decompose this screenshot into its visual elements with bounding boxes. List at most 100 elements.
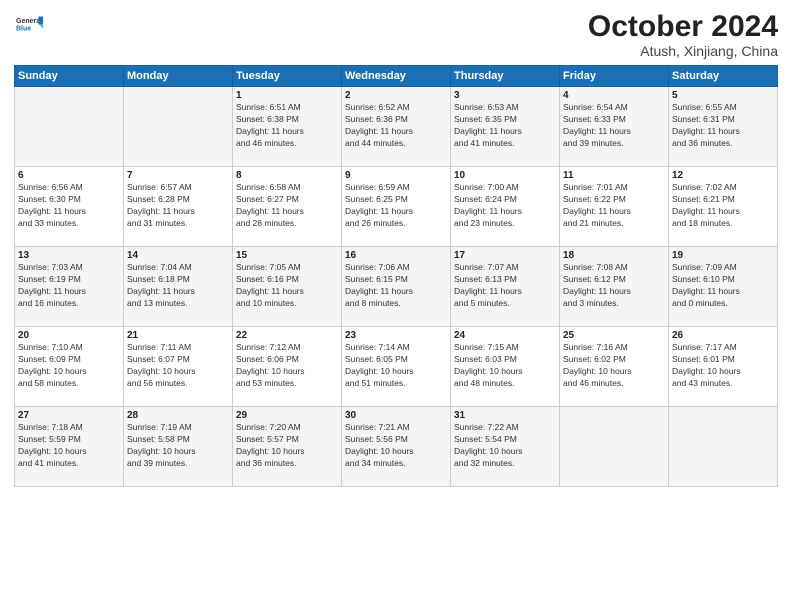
day-info: Sunrise: 7:08 AM Sunset: 6:12 PM Dayligh… (563, 262, 665, 310)
col-tuesday: Tuesday (233, 66, 342, 87)
day-number: 8 (236, 170, 338, 181)
table-cell: 5Sunrise: 6:55 AM Sunset: 6:31 PM Daylig… (669, 87, 778, 167)
day-number: 18 (563, 250, 665, 261)
calendar-table: Sunday Monday Tuesday Wednesday Thursday… (14, 65, 778, 487)
day-number: 25 (563, 330, 665, 341)
col-thursday: Thursday (451, 66, 560, 87)
day-info: Sunrise: 7:09 AM Sunset: 6:10 PM Dayligh… (672, 262, 774, 310)
table-cell: 7Sunrise: 6:57 AM Sunset: 6:28 PM Daylig… (124, 167, 233, 247)
day-info: Sunrise: 7:14 AM Sunset: 6:05 PM Dayligh… (345, 342, 447, 390)
day-number: 20 (18, 330, 120, 341)
day-number: 10 (454, 170, 556, 181)
table-cell: 14Sunrise: 7:04 AM Sunset: 6:18 PM Dayli… (124, 247, 233, 327)
day-info: Sunrise: 7:21 AM Sunset: 5:56 PM Dayligh… (345, 422, 447, 470)
svg-text:General: General (16, 18, 42, 25)
day-info: Sunrise: 7:07 AM Sunset: 6:13 PM Dayligh… (454, 262, 556, 310)
day-info: Sunrise: 7:11 AM Sunset: 6:07 PM Dayligh… (127, 342, 229, 390)
table-cell: 11Sunrise: 7:01 AM Sunset: 6:22 PM Dayli… (560, 167, 669, 247)
day-number: 11 (563, 170, 665, 181)
day-number: 17 (454, 250, 556, 261)
day-info: Sunrise: 7:12 AM Sunset: 6:06 PM Dayligh… (236, 342, 338, 390)
day-info: Sunrise: 7:10 AM Sunset: 6:09 PM Dayligh… (18, 342, 120, 390)
day-info: Sunrise: 6:55 AM Sunset: 6:31 PM Dayligh… (672, 102, 774, 150)
day-number: 13 (18, 250, 120, 261)
table-row: 1Sunrise: 6:51 AM Sunset: 6:38 PM Daylig… (15, 87, 778, 167)
day-number: 27 (18, 410, 120, 421)
day-info: Sunrise: 6:56 AM Sunset: 6:30 PM Dayligh… (18, 182, 120, 230)
table-cell: 23Sunrise: 7:14 AM Sunset: 6:05 PM Dayli… (342, 327, 451, 407)
day-info: Sunrise: 7:01 AM Sunset: 6:22 PM Dayligh… (563, 182, 665, 230)
table-cell (669, 407, 778, 487)
table-cell: 17Sunrise: 7:07 AM Sunset: 6:13 PM Dayli… (451, 247, 560, 327)
day-number: 7 (127, 170, 229, 181)
table-cell: 2Sunrise: 6:52 AM Sunset: 6:36 PM Daylig… (342, 87, 451, 167)
table-cell: 30Sunrise: 7:21 AM Sunset: 5:56 PM Dayli… (342, 407, 451, 487)
title-block: October 2024 Atush, Xinjiang, China (588, 10, 778, 59)
day-number: 31 (454, 410, 556, 421)
day-number: 30 (345, 410, 447, 421)
table-row: 20Sunrise: 7:10 AM Sunset: 6:09 PM Dayli… (15, 327, 778, 407)
day-info: Sunrise: 6:58 AM Sunset: 6:27 PM Dayligh… (236, 182, 338, 230)
day-info: Sunrise: 6:57 AM Sunset: 6:28 PM Dayligh… (127, 182, 229, 230)
logo-icon: GeneralBlue (16, 10, 44, 38)
table-cell: 13Sunrise: 7:03 AM Sunset: 6:19 PM Dayli… (15, 247, 124, 327)
day-info: Sunrise: 6:53 AM Sunset: 6:35 PM Dayligh… (454, 102, 556, 150)
day-info: Sunrise: 7:17 AM Sunset: 6:01 PM Dayligh… (672, 342, 774, 390)
day-info: Sunrise: 6:59 AM Sunset: 6:25 PM Dayligh… (345, 182, 447, 230)
day-number: 28 (127, 410, 229, 421)
table-cell: 8Sunrise: 6:58 AM Sunset: 6:27 PM Daylig… (233, 167, 342, 247)
day-number: 23 (345, 330, 447, 341)
calendar-body: 1Sunrise: 6:51 AM Sunset: 6:38 PM Daylig… (15, 87, 778, 487)
day-number: 2 (345, 90, 447, 101)
page-title: October 2024 (588, 10, 778, 43)
day-number: 15 (236, 250, 338, 261)
table-cell: 25Sunrise: 7:16 AM Sunset: 6:02 PM Dayli… (560, 327, 669, 407)
table-cell: 19Sunrise: 7:09 AM Sunset: 6:10 PM Dayli… (669, 247, 778, 327)
day-number: 1 (236, 90, 338, 101)
day-number: 4 (563, 90, 665, 101)
day-number: 26 (672, 330, 774, 341)
day-info: Sunrise: 7:18 AM Sunset: 5:59 PM Dayligh… (18, 422, 120, 470)
day-info: Sunrise: 6:54 AM Sunset: 6:33 PM Dayligh… (563, 102, 665, 150)
col-wednesday: Wednesday (342, 66, 451, 87)
table-cell: 20Sunrise: 7:10 AM Sunset: 6:09 PM Dayli… (15, 327, 124, 407)
day-number: 3 (454, 90, 556, 101)
day-info: Sunrise: 7:06 AM Sunset: 6:15 PM Dayligh… (345, 262, 447, 310)
day-info: Sunrise: 7:02 AM Sunset: 6:21 PM Dayligh… (672, 182, 774, 230)
day-number: 16 (345, 250, 447, 261)
day-info: Sunrise: 7:20 AM Sunset: 5:57 PM Dayligh… (236, 422, 338, 470)
table-cell: 28Sunrise: 7:19 AM Sunset: 5:58 PM Dayli… (124, 407, 233, 487)
day-number: 24 (454, 330, 556, 341)
day-number: 5 (672, 90, 774, 101)
table-cell: 12Sunrise: 7:02 AM Sunset: 6:21 PM Dayli… (669, 167, 778, 247)
table-cell: 6Sunrise: 6:56 AM Sunset: 6:30 PM Daylig… (15, 167, 124, 247)
table-cell: 24Sunrise: 7:15 AM Sunset: 6:03 PM Dayli… (451, 327, 560, 407)
col-friday: Friday (560, 66, 669, 87)
table-cell (15, 87, 124, 167)
table-row: 27Sunrise: 7:18 AM Sunset: 5:59 PM Dayli… (15, 407, 778, 487)
table-cell: 9Sunrise: 6:59 AM Sunset: 6:25 PM Daylig… (342, 167, 451, 247)
page-subtitle: Atush, Xinjiang, China (588, 43, 778, 59)
day-info: Sunrise: 7:19 AM Sunset: 5:58 PM Dayligh… (127, 422, 229, 470)
day-number: 12 (672, 170, 774, 181)
col-monday: Monday (124, 66, 233, 87)
table-row: 13Sunrise: 7:03 AM Sunset: 6:19 PM Dayli… (15, 247, 778, 327)
table-cell: 29Sunrise: 7:20 AM Sunset: 5:57 PM Dayli… (233, 407, 342, 487)
table-cell: 18Sunrise: 7:08 AM Sunset: 6:12 PM Dayli… (560, 247, 669, 327)
day-info: Sunrise: 7:03 AM Sunset: 6:19 PM Dayligh… (18, 262, 120, 310)
day-number: 19 (672, 250, 774, 261)
table-cell: 4Sunrise: 6:54 AM Sunset: 6:33 PM Daylig… (560, 87, 669, 167)
day-number: 21 (127, 330, 229, 341)
table-cell: 22Sunrise: 7:12 AM Sunset: 6:06 PM Dayli… (233, 327, 342, 407)
header-row: Sunday Monday Tuesday Wednesday Thursday… (15, 66, 778, 87)
table-cell: 3Sunrise: 6:53 AM Sunset: 6:35 PM Daylig… (451, 87, 560, 167)
day-info: Sunrise: 7:00 AM Sunset: 6:24 PM Dayligh… (454, 182, 556, 230)
table-cell: 31Sunrise: 7:22 AM Sunset: 5:54 PM Dayli… (451, 407, 560, 487)
table-cell: 10Sunrise: 7:00 AM Sunset: 6:24 PM Dayli… (451, 167, 560, 247)
day-number: 29 (236, 410, 338, 421)
day-number: 6 (18, 170, 120, 181)
table-cell: 27Sunrise: 7:18 AM Sunset: 5:59 PM Dayli… (15, 407, 124, 487)
page: GeneralBlue October 2024 Atush, Xinjiang… (0, 0, 792, 612)
table-cell: 21Sunrise: 7:11 AM Sunset: 6:07 PM Dayli… (124, 327, 233, 407)
day-info: Sunrise: 7:15 AM Sunset: 6:03 PM Dayligh… (454, 342, 556, 390)
